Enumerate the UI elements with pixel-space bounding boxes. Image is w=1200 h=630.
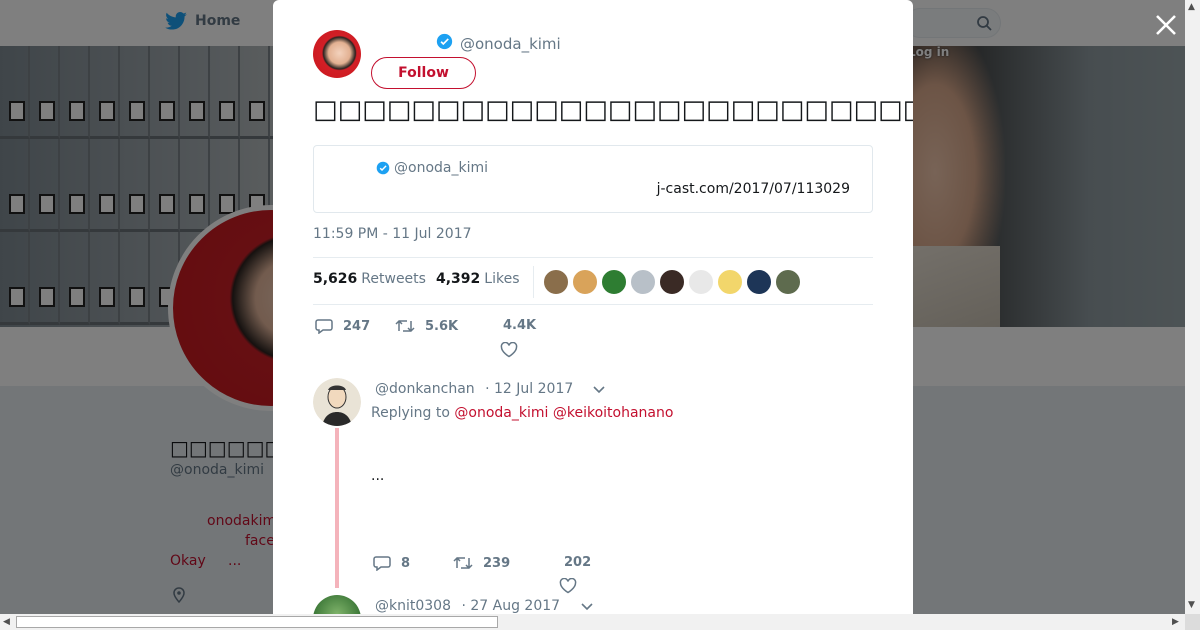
like-count: 202 [564,555,592,570]
scroll-right-arrow-icon[interactable]: ▶ [1172,617,1179,627]
verified-badge-icon [436,33,453,50]
reply-action[interactable]: 247 [315,318,370,334]
chevron-down-icon[interactable] [581,601,593,611]
reply-date[interactable]: · 12 Jul 2017 [485,381,573,397]
chevron-down-icon[interactable] [593,384,605,394]
likes-count: 4,392 [436,271,481,287]
reply-author-handle[interactable]: @donkanchan · 12 Jul 2017 [375,381,573,397]
liker-avatar[interactable] [775,269,801,295]
retweet-action[interactable]: 239 [453,555,510,571]
stats-divider [533,266,534,298]
heart-icon[interactable] [500,342,518,358]
reply-author-avatar[interactable] [313,378,361,426]
like-count: 4.4K [503,318,537,333]
follow-button[interactable]: Follow [371,57,476,89]
tweet-stats: 5,626 Retweets 4,392 Likes [313,257,873,305]
reply-icon [373,556,391,571]
verified-badge-icon [376,161,390,175]
liker-avatar[interactable] [688,269,714,295]
tweet-actions: 247 5.6K 4.4K [313,316,873,366]
reply-tweet[interactable]: @donkanchan · 12 Jul 2017 Replying to @o… [313,378,873,608]
retweets-count: 5,626 [313,271,358,287]
liker-avatar[interactable] [659,269,685,295]
heart-icon[interactable] [559,578,577,594]
horizontal-scroll-thumb[interactable] [16,616,498,628]
retweet-icon [395,319,415,333]
liker-avatar[interactable] [572,269,598,295]
reply-text: ... [371,468,385,484]
scroll-left-arrow-icon[interactable]: ◀ [3,617,10,627]
horizontal-scrollbar[interactable]: ◀ ▶ [0,614,1185,630]
reply-count: 247 [343,318,371,334]
replying-to-line: Replying to @onoda_kimi @keikoitohanano [371,405,673,421]
tweet-author-handle[interactable]: @onoda_kimi [460,35,561,53]
replying-to-label: Replying to [371,405,450,421]
reply-icon [315,319,333,334]
retweets-label: Retweets [361,271,426,287]
scrollbar-corner [1185,614,1200,630]
likes-label: Likes [484,271,520,287]
likes-stat[interactable]: 4,392 Likes [436,271,520,287]
reply-author-avatar[interactable] [313,595,361,614]
liker-avatar[interactable] [746,269,772,295]
retweet-count: 239 [483,555,511,571]
reply-avatar-illustration [313,378,361,426]
reply-tweet[interactable]: @knit0308 · 27 Aug 2017 [313,595,873,614]
conversation-thread-line [335,428,339,588]
scroll-up-arrow-icon[interactable]: ▲ [1188,2,1195,12]
retweet-icon [453,556,473,570]
reply-handle-text: @knit0308 [375,598,451,614]
reply-date[interactable]: · 27 Aug 2017 [461,598,560,614]
retweet-count: 5.6K [425,318,459,334]
retweet-action[interactable]: 5.6K [395,318,458,334]
liker-avatar[interactable] [543,269,569,295]
tweet-author-avatar[interactable] [313,30,361,78]
reply-author-handle[interactable]: @knit0308 · 27 Aug 2017 [375,598,560,614]
like-action[interactable]: 202 [564,555,591,570]
mention-link[interactable]: @keikoitohanano [553,405,674,421]
like-count-label: 4.4K [503,318,536,333]
liker-avatar[interactable] [630,269,656,295]
reply-count: 8 [401,555,411,571]
tweet-permalink-modal: @onoda_kimi Follow □□□□□□□□□□□□□□□□□□□□□… [273,0,913,614]
reply-handle-text: @donkanchan [375,381,475,397]
reply-action[interactable]: 8 [373,555,410,571]
vertical-scrollbar[interactable]: ▲ ▼ [1185,0,1200,614]
liker-avatar[interactable] [601,269,627,295]
tweet-timestamp[interactable]: 11:59 PM - 11 Jul 2017 [313,226,472,242]
liker-avatars [543,269,801,295]
quoted-tweet-card[interactable]: @onoda_kimi j-cast.com/2017/07/113029 [313,145,873,213]
tweet-text: □□□□□□□□□□□□□□□□□□□□□□□□□□□□□□□□□□□□□□□□… [313,95,913,125]
retweets-stat[interactable]: 5,626 Retweets [313,271,426,287]
quoted-tweet-handle: @onoda_kimi [394,160,488,176]
liker-avatar[interactable] [717,269,743,295]
mention-link[interactable]: @onoda_kimi [454,405,548,421]
quoted-tweet-link[interactable]: j-cast.com/2017/07/113029 [657,181,850,197]
scroll-down-arrow-icon[interactable]: ▼ [1188,600,1195,610]
close-icon[interactable] [1153,12,1179,38]
